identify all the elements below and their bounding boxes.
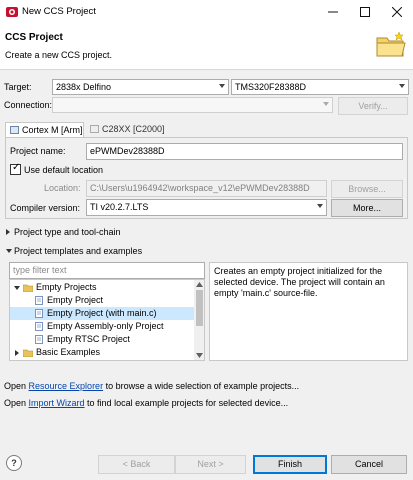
connection-select[interactable] (52, 97, 333, 113)
tree-item-label: Empty Assembly-only Project (47, 321, 164, 331)
chevron-down-icon (6, 249, 12, 253)
template-tree: Empty Projects Empty Project Empty Proje… (9, 279, 205, 361)
tree-group-label: Basic Examples (36, 347, 101, 357)
next-button[interactable]: Next > (175, 455, 246, 474)
template-description: Creates an empty project initialized for… (209, 262, 408, 361)
project-template-icon (35, 309, 43, 318)
tree-item[interactable]: Empty RTSC Project (10, 333, 194, 346)
help-icon: ? (11, 458, 17, 468)
project-template-icon (35, 296, 43, 305)
connection-label: Connection: (4, 100, 53, 110)
use-default-location-label: Use default location (24, 165, 104, 175)
use-default-location-checkbox[interactable]: ✓ (10, 162, 21, 175)
location-field[interactable]: C:\Users\u1964942\workspace_v12\ePWMDev2… (86, 180, 327, 197)
chevron-right-icon (6, 229, 10, 235)
tree-group-empty-projects[interactable]: Empty Projects (10, 281, 194, 294)
target-device-select[interactable]: TMS320F28388D (231, 79, 409, 95)
tree-item-selected[interactable]: Empty Project (with main.c) (10, 307, 194, 320)
chevron-down-icon (14, 286, 20, 290)
cancel-button[interactable]: Cancel (331, 455, 407, 474)
folder-icon (23, 284, 33, 292)
minimize-icon (328, 11, 338, 13)
resource-explorer-link[interactable]: Resource Explorer (29, 381, 104, 391)
scroll-up-icon[interactable] (196, 282, 203, 287)
wizard-header: CCS Project Create a new CCS project. (0, 24, 413, 70)
browse-button[interactable]: Browse... (331, 180, 403, 198)
chevron-right-icon (15, 350, 19, 356)
core-icon (90, 125, 99, 133)
compiler-version-label: Compiler version: (10, 203, 81, 213)
tree-scrollbar[interactable] (194, 280, 204, 360)
chevron-down-icon (323, 102, 329, 106)
project-templates-label: Project templates and examples (14, 246, 143, 256)
verify-button[interactable]: Verify... (338, 97, 408, 115)
import-wizard-line: Open Import Wizard to find local example… (4, 398, 289, 408)
help-button[interactable]: ? (6, 455, 22, 471)
scrollbar-thumb[interactable] (196, 290, 203, 326)
core-icon (10, 126, 19, 134)
page-subtitle: Create a new CCS project. (5, 50, 113, 60)
location-label: Location: (44, 183, 81, 193)
close-window-button[interactable] (381, 0, 413, 24)
tab-c28xx[interactable]: C28XX [C2000] (86, 122, 166, 138)
template-filter-input[interactable]: type filter text (9, 262, 205, 279)
more-button[interactable]: More... (331, 199, 403, 217)
compiler-version-value: TI v20.2.7.LTS (90, 202, 149, 212)
tree-group-basic-examples[interactable]: Basic Examples (10, 346, 194, 359)
finish-button[interactable]: Finish (253, 455, 327, 474)
import-wizard-link[interactable]: Import Wizard (29, 398, 85, 408)
target-device-value: TMS320F28388D (235, 82, 307, 92)
target-family-value: 2838x Delfino (56, 82, 112, 92)
tree-item[interactable]: Empty Project (10, 294, 194, 307)
target-label: Target: (4, 82, 32, 92)
minimize-button[interactable] (317, 0, 349, 24)
project-template-icon (35, 335, 43, 344)
new-project-folder-icon (376, 31, 406, 57)
tree-item[interactable]: Empty Assembly-only Project (10, 320, 194, 333)
close-icon (391, 6, 403, 18)
resource-explorer-line: Open Resource Explorer to browse a wide … (4, 381, 300, 391)
tree-item-label: Empty RTSC Project (47, 334, 130, 344)
chevron-down-icon (317, 204, 323, 208)
scroll-down-icon[interactable] (196, 353, 203, 358)
tree-item-label: Empty Project (47, 295, 104, 305)
chevron-down-icon (219, 84, 225, 88)
page-title: CCS Project (5, 32, 63, 43)
project-template-icon (35, 322, 43, 331)
target-family-select[interactable]: 2838x Delfino (52, 79, 229, 95)
maximize-button[interactable] (349, 0, 381, 24)
title-bar: New CCS Project (0, 0, 413, 24)
tab-label: C28XX [C2000] (102, 124, 165, 134)
tree-item-label: Empty Project (with main.c) (47, 308, 157, 318)
tab-label: Cortex M [Arm] (22, 125, 83, 135)
compiler-version-select[interactable]: TI v20.2.7.LTS (86, 199, 327, 216)
tab-cortex-m[interactable]: Cortex M [Arm] (5, 122, 84, 138)
folder-icon (23, 349, 33, 357)
maximize-icon (360, 7, 370, 17)
tree-group-label: Empty Projects (36, 282, 97, 292)
project-type-toolchain-label: Project type and tool-chain (14, 227, 121, 237)
ccs-app-icon (6, 7, 18, 17)
window-title: New CCS Project (22, 6, 96, 17)
chevron-down-icon (399, 84, 405, 88)
checkmark-icon: ✓ (12, 162, 21, 173)
back-button[interactable]: < Back (98, 455, 175, 474)
project-name-field[interactable]: ePWMDev28388D (86, 143, 403, 160)
project-name-label: Project name: (10, 146, 66, 156)
